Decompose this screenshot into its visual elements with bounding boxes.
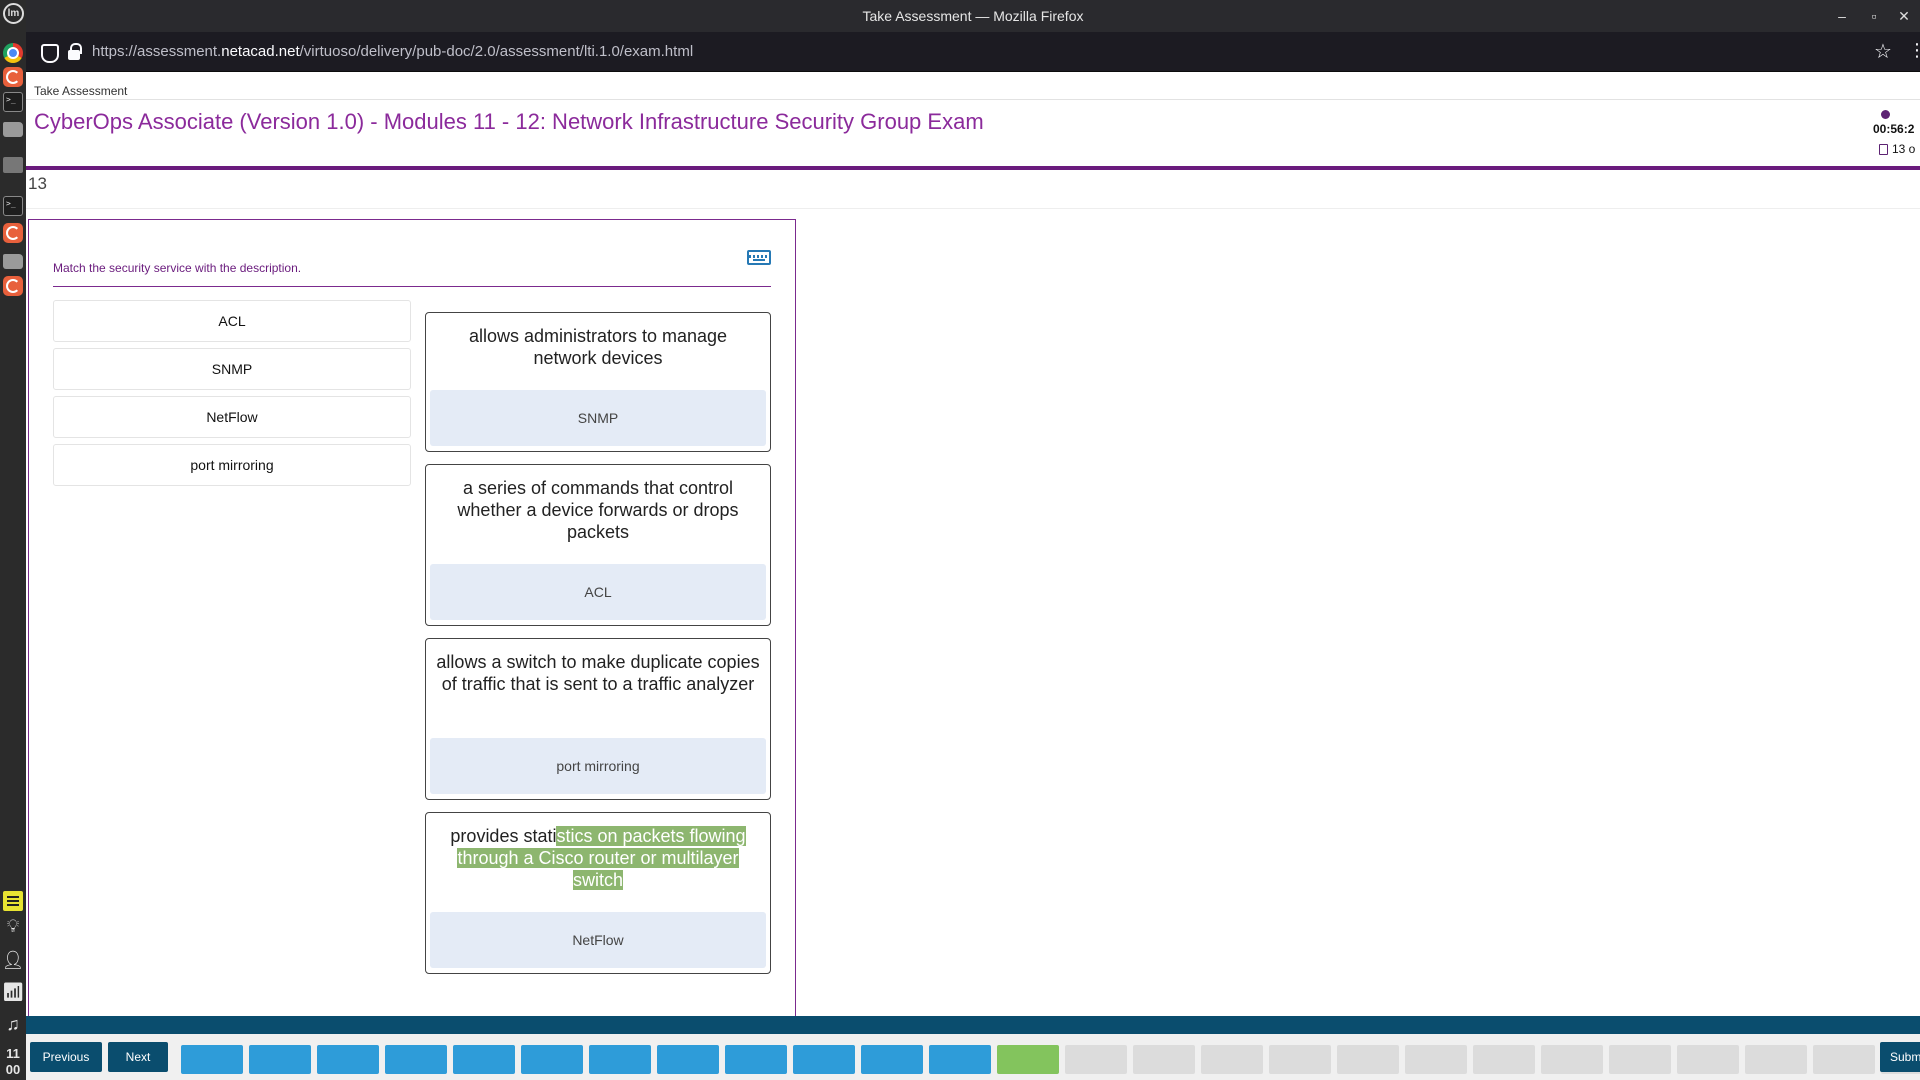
question-nav-box[interactable] xyxy=(249,1045,311,1074)
browser-navbar: https://assessment.netacad.net/virtuoso/… xyxy=(26,32,1920,72)
question-nav-box[interactable] xyxy=(1609,1045,1671,1074)
drag-option[interactable]: port mirroring xyxy=(53,444,411,486)
folder-icon[interactable] xyxy=(3,122,23,137)
chrome-icon[interactable] xyxy=(3,43,23,63)
divider xyxy=(26,99,1920,100)
question-nav-box[interactable] xyxy=(861,1045,923,1074)
mint-menu-icon[interactable]: lm xyxy=(3,3,24,24)
firefox-icon[interactable] xyxy=(3,276,23,296)
clock-icon xyxy=(1881,110,1890,119)
notes-icon[interactable] xyxy=(3,891,23,911)
question-nav-box[interactable] xyxy=(657,1045,719,1074)
drop-zone[interactable]: port mirroring xyxy=(430,738,766,794)
page-content: Take Assessment CyberOps Associate (Vers… xyxy=(26,72,1920,1080)
url-path: /virtuoso/delivery/pub-doc/2.0/assessmen… xyxy=(299,43,694,60)
question-nav-box[interactable] xyxy=(1337,1045,1399,1074)
next-button[interactable]: Next xyxy=(108,1042,168,1072)
drop-zone[interactable]: SNMP xyxy=(430,390,766,446)
question-instruction: Match the security service with the desc… xyxy=(53,261,302,275)
question-nav-box[interactable] xyxy=(181,1045,243,1074)
clock-hour: 11 xyxy=(6,1046,20,1061)
window-titlebar: Take Assessment — Mozilla Firefox – ▫ ✕ xyxy=(26,0,1920,32)
clock-minute: 00 xyxy=(5,1062,21,1077)
terminal-icon[interactable]: >_ xyxy=(3,92,23,112)
document-icon xyxy=(1879,144,1888,155)
url-domain: netacad.net xyxy=(221,43,300,60)
previous-button[interactable]: Previous xyxy=(30,1042,102,1072)
question-nav-box[interactable] xyxy=(1201,1045,1263,1074)
target-description: allows administrators to manage network … xyxy=(468,326,728,368)
question-nav-box[interactable] xyxy=(1677,1045,1739,1074)
question-count: 13 o xyxy=(1892,142,1916,156)
breadcrumb: Take Assessment xyxy=(34,84,128,98)
window-icon[interactable] xyxy=(3,157,23,173)
question-nav-box[interactable] xyxy=(1133,1045,1195,1074)
url-bar[interactable]: https://assessment.netacad.net/virtuoso/… xyxy=(92,43,693,60)
question-nav-box[interactable] xyxy=(793,1045,855,1074)
question-nav-box[interactable] xyxy=(997,1045,1059,1074)
match-target: allows administrators to manage network … xyxy=(425,312,771,452)
question-nav-box[interactable] xyxy=(1269,1045,1331,1074)
wifi-icon[interactable]: 📶︎ xyxy=(0,982,26,1003)
question-nav-box[interactable] xyxy=(1065,1045,1127,1074)
user-icon[interactable]: 👤︎ xyxy=(0,950,26,971)
question-nav-box[interactable] xyxy=(1541,1045,1603,1074)
match-target: a series of commands that control whethe… xyxy=(425,464,771,626)
window-title: Take Assessment — Mozilla Firefox xyxy=(862,8,1084,24)
os-side-panel: lm >_ >_ 💡︎ 👤︎ 📶︎ ♫ 11 00 xyxy=(0,0,26,1080)
question-nav-box[interactable] xyxy=(1405,1045,1467,1074)
question-nav-box[interactable] xyxy=(1473,1045,1535,1074)
close-button[interactable]: ✕ xyxy=(1894,6,1914,26)
bookmark-star-icon[interactable]: ☆ xyxy=(1874,39,1894,63)
question-nav-box[interactable] xyxy=(317,1045,379,1074)
drop-zone[interactable]: ACL xyxy=(430,564,766,620)
divider xyxy=(26,208,1920,209)
match-target: allows a switch to make duplicate copies… xyxy=(425,638,771,800)
drop-zone[interactable]: NetFlow xyxy=(430,912,766,968)
shield-icon[interactable] xyxy=(38,42,59,63)
question-navigation: Previous Next Submit xyxy=(26,1034,1920,1080)
question-nav-box[interactable] xyxy=(1745,1045,1807,1074)
firefox-icon[interactable] xyxy=(3,223,23,243)
description-text: provides stati xyxy=(450,826,557,846)
minimize-button[interactable]: – xyxy=(1832,6,1852,26)
question-nav-box[interactable] xyxy=(1813,1045,1875,1074)
footer-band xyxy=(26,1016,1920,1034)
keyboard-icon[interactable] xyxy=(747,250,771,265)
question-panel: Match the security service with the desc… xyxy=(28,219,796,1079)
maximize-button[interactable]: ▫ xyxy=(1864,6,1884,26)
drag-option[interactable]: ACL xyxy=(53,300,411,342)
target-description: provides statistics on packets flowing t… xyxy=(436,825,760,891)
question-nav-box[interactable] xyxy=(521,1045,583,1074)
question-nav-box[interactable] xyxy=(385,1045,447,1074)
lock-icon[interactable] xyxy=(64,42,84,62)
music-icon[interactable]: ♫ xyxy=(0,1014,26,1035)
question-nav-box[interactable] xyxy=(589,1045,651,1074)
drag-option[interactable]: NetFlow xyxy=(53,396,411,438)
timer-block: 00:56:2 13 o xyxy=(1872,108,1920,170)
drag-option[interactable]: SNMP xyxy=(53,348,411,390)
exam-title: CyberOps Associate (Version 1.0) - Modul… xyxy=(34,109,984,134)
question-nav-box[interactable] xyxy=(725,1045,787,1074)
divider xyxy=(53,286,771,287)
lightbulb-icon[interactable]: 💡︎ xyxy=(0,916,26,937)
header-divider xyxy=(26,166,1920,170)
target-description: a series of commands that control whethe… xyxy=(457,478,739,542)
question-nav-box[interactable] xyxy=(453,1045,515,1074)
firefox-icon[interactable] xyxy=(3,67,23,87)
target-description: allows a switch to make duplicate copies… xyxy=(436,652,760,694)
url-prefix: https://assessment. xyxy=(92,43,222,60)
question-nav-box[interactable] xyxy=(929,1045,991,1074)
menu-kebab-icon[interactable]: ⋮ xyxy=(1908,40,1920,60)
question-number: 13 xyxy=(28,174,47,193)
submit-button[interactable]: Submit xyxy=(1880,1042,1920,1072)
timer: 00:56:2 xyxy=(1873,122,1915,136)
folder-icon[interactable] xyxy=(3,254,23,269)
terminal-icon[interactable]: >_ xyxy=(3,196,23,216)
match-target: provides statistics on packets flowing t… xyxy=(425,812,771,974)
